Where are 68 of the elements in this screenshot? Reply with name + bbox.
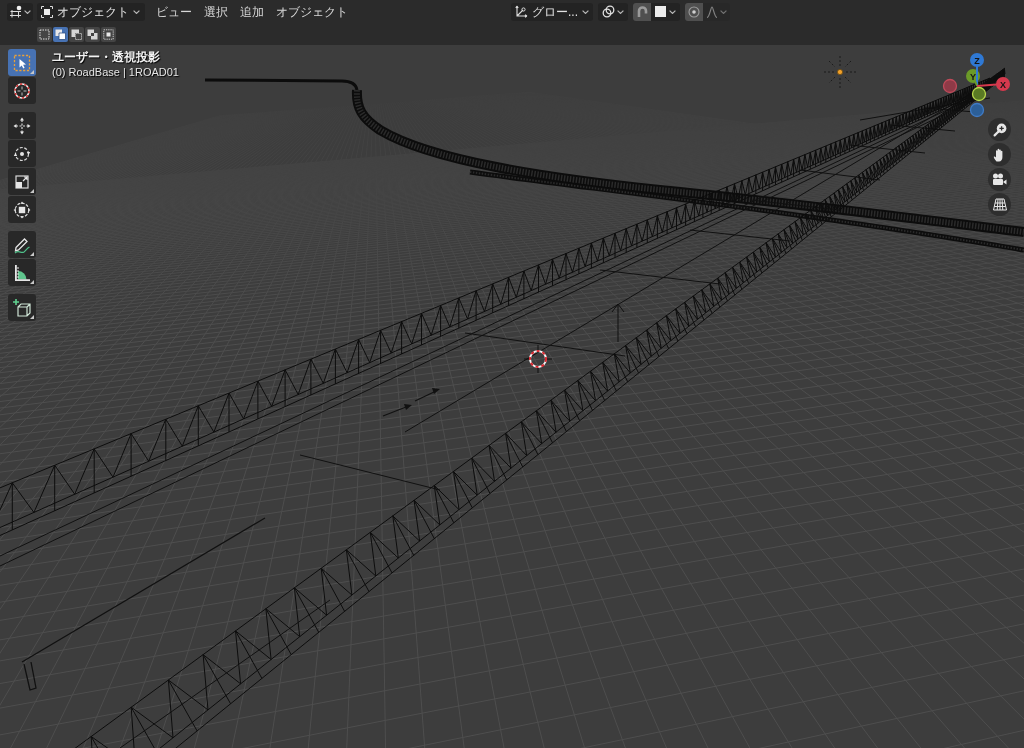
light-source-icon — [823, 55, 857, 89]
editor-type-button[interactable] — [7, 2, 33, 21]
caret-icon — [720, 9, 727, 14]
proportional-toggle[interactable] — [685, 2, 703, 21]
axes-icon — [9, 5, 23, 18]
transform-icon — [12, 199, 32, 220]
select-mode-button[interactable] — [69, 26, 84, 42]
axis-handle[interactable] — [971, 86, 987, 102]
object-info: (0) RoadBase | 1ROAD01 — [52, 65, 179, 80]
magnet-icon — [636, 5, 648, 18]
post-marker — [611, 303, 625, 343]
overlapping-squares-icon — [55, 28, 66, 40]
axis-handle[interactable] — [942, 78, 958, 94]
difference-squares-icon — [87, 28, 98, 40]
grid-icon — [992, 198, 1007, 211]
select-mode-button[interactable] — [85, 26, 100, 42]
tool-button[interactable] — [8, 259, 36, 286]
caret-icon — [582, 9, 589, 14]
circle-dot-icon — [688, 5, 700, 18]
caret-icon — [133, 9, 140, 14]
menu-item[interactable]: 追加 — [234, 4, 270, 19]
menu-item[interactable]: オブジェクト — [270, 4, 354, 19]
axis-handle[interactable] — [970, 53, 984, 67]
cube-plus-icon — [12, 297, 32, 318]
axis-label: X — [1000, 79, 1006, 90]
square-icon — [655, 6, 666, 17]
select-box-icon — [12, 52, 32, 73]
caret-icon — [617, 9, 624, 14]
axis-handle[interactable] — [969, 102, 985, 118]
subtract-squares-icon — [71, 28, 82, 40]
snap-element-dropdown[interactable] — [651, 2, 680, 21]
move-arrows-icon — [12, 115, 32, 136]
caret-icon — [669, 9, 676, 14]
intersect-squares-icon — [103, 28, 114, 40]
curve-icon — [706, 5, 718, 18]
axis-label: Y — [970, 71, 976, 82]
snap-toggle[interactable] — [633, 2, 651, 21]
movie-camera-icon — [992, 173, 1007, 186]
menu-item[interactable]: ビュー — [150, 4, 198, 19]
axis-handle[interactable] — [966, 69, 980, 83]
tool-button[interactable] — [8, 231, 36, 258]
rings-icon — [602, 5, 615, 18]
orientation-dropdown[interactable]: グロー... — [511, 2, 593, 21]
mode-dropdown[interactable]: オブジェクト — [37, 2, 145, 21]
caret-icon — [24, 9, 31, 14]
menu-item[interactable]: 選択 — [198, 4, 234, 19]
tool-button[interactable] — [8, 112, 36, 139]
arrow-marker — [414, 388, 440, 402]
tool-button[interactable] — [8, 168, 36, 195]
crosshair-ring-icon — [12, 80, 32, 101]
view-title: ユーザー・透視投影 — [52, 49, 160, 65]
axis-label: Z — [974, 55, 980, 66]
select-mode-button[interactable] — [53, 26, 68, 42]
tool-button[interactable] — [8, 140, 36, 167]
3d-viewport[interactable]: ユーザー・透視投影 (0) RoadBase | 1ROAD01 Z Y X — [0, 45, 1024, 748]
dashed-square-icon — [39, 28, 50, 40]
ruler-protractor-icon — [12, 262, 32, 283]
zoom-icon — [992, 122, 1007, 137]
tool-button[interactable] — [8, 196, 36, 223]
axis-handle[interactable] — [996, 77, 1010, 91]
3d-cursor-icon — [523, 344, 553, 374]
square-corners-icon — [41, 5, 53, 18]
tool-button[interactable] — [8, 294, 36, 321]
pivot-dropdown[interactable] — [598, 2, 628, 21]
axes-icon — [515, 5, 528, 18]
select-mode-button[interactable] — [101, 26, 116, 42]
arrow-marker — [382, 404, 412, 417]
tool-button[interactable] — [8, 77, 36, 104]
